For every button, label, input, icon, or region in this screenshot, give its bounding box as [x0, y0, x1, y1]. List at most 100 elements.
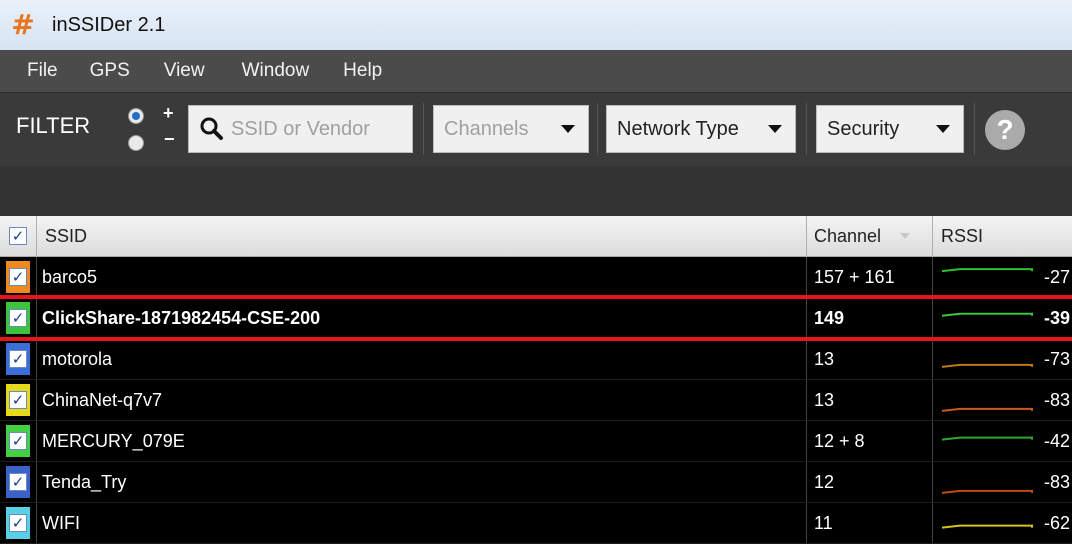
row-checkbox-wrap: ✓: [9, 473, 27, 491]
ssid-text: ChinaNet-q7v7: [42, 389, 163, 410]
rssi-text: -83: [1043, 471, 1070, 492]
rssi-cell: -42: [1044, 421, 1070, 461]
table-row[interactable]: ✓ barco5 157 + 161 -27: [0, 257, 1072, 298]
caret-down-icon: [768, 125, 782, 133]
column-divider: [932, 216, 933, 256]
toolbar-divider: [423, 103, 424, 155]
channel-column-header[interactable]: Channel: [814, 226, 881, 247]
rssi-sparkline: [941, 436, 1033, 441]
rssi-cell: -83: [1044, 380, 1070, 420]
row-checkbox[interactable]: ✓: [9, 391, 27, 409]
row-checkbox[interactable]: ✓: [9, 309, 27, 327]
toolbar-spacer: [0, 166, 1072, 216]
table-row[interactable]: ✓ MERCURY_079E 12 + 8 -42: [0, 421, 1072, 462]
table-row[interactable]: ✓ ChinaNet-q7v7 13 -83: [0, 380, 1072, 421]
row-checkbox[interactable]: ✓: [9, 350, 27, 368]
row-checkbox[interactable]: ✓: [9, 432, 27, 450]
rssi-sparkline-path: [941, 363, 1033, 368]
ssid-cell: Tenda_Try: [42, 462, 126, 502]
rssi-text: -39: [1043, 307, 1070, 328]
rssi-text: -83: [1043, 389, 1070, 410]
sort-descending-icon: [900, 233, 911, 239]
search-icon: [200, 117, 223, 140]
channels-dropdown-label: Channels: [444, 117, 529, 140]
window-title: inSSIDer 2.1: [52, 13, 166, 36]
rssi-column-header[interactable]: RSSI: [941, 226, 983, 247]
ssid-text: ClickShare-1871982454-CSE-200: [42, 307, 321, 328]
column-divider: [806, 503, 807, 543]
plus-label: +: [163, 103, 174, 123]
menu-gps[interactable]: GPS: [90, 60, 130, 82]
menu-window[interactable]: Window: [242, 60, 310, 82]
table-row[interactable]: ✓ Tenda_Try 12 -83: [0, 462, 1072, 503]
select-all-checkbox[interactable]: ✓: [9, 227, 27, 245]
network-type-dropdown-label: Network Type: [617, 117, 739, 140]
channel-cell: 149: [814, 298, 844, 338]
column-divider: [806, 339, 807, 379]
menu-help[interactable]: Help: [343, 60, 382, 82]
column-divider: [36, 503, 37, 543]
ssid-cell: barco5: [42, 257, 97, 297]
rssi-sparkline-path: [941, 268, 1033, 273]
ssid-cell: MERCURY_079E: [42, 421, 185, 461]
column-divider: [36, 421, 37, 461]
row-checkbox[interactable]: ✓: [9, 514, 27, 532]
filter-include-radio[interactable]: [128, 108, 144, 124]
row-checkbox-wrap: ✓: [9, 514, 27, 532]
ssid-cell: WIFI: [42, 503, 80, 543]
rssi-sparkline: [941, 312, 1033, 317]
rssi-cell: -39: [1044, 298, 1070, 338]
menu-bar: File GPS View Window Help: [0, 50, 1072, 92]
toolbar-divider: [597, 103, 598, 155]
row-checkbox[interactable]: ✓: [9, 473, 27, 491]
ssid-column-header[interactable]: SSID: [45, 226, 87, 247]
table-row[interactable]: ✓ motorola 13 -73: [0, 339, 1072, 380]
rssi-cell: -73: [1044, 339, 1070, 379]
rssi-sparkline: [941, 407, 1033, 412]
ssid-cell: motorola: [42, 339, 112, 379]
rssi-text: -27: [1043, 266, 1070, 287]
security-dropdown-label: Security: [827, 117, 900, 140]
column-divider: [36, 257, 37, 297]
column-divider: [36, 462, 37, 502]
search-input[interactable]: [229, 116, 403, 142]
menu-view[interactable]: View: [164, 60, 205, 82]
rssi-cell: -62: [1044, 503, 1070, 543]
security-dropdown[interactable]: Security: [816, 105, 964, 153]
rssi-sparkline: [941, 524, 1033, 529]
network-type-dropdown[interactable]: Network Type: [606, 105, 796, 153]
ssid-search: [188, 105, 413, 153]
channel-cell: 13: [814, 339, 834, 379]
ssid-cell: ChinaNet-q7v7: [42, 380, 162, 420]
ssid-text: Tenda_Try: [42, 471, 127, 492]
rssi-text: -42: [1043, 430, 1070, 451]
channel-cell: 157 + 161: [814, 257, 895, 297]
rssi-sparkline: [941, 268, 1033, 273]
ssid-text: barco5: [42, 266, 98, 287]
column-divider: [36, 216, 37, 256]
column-divider: [806, 380, 807, 420]
minus-label: −: [164, 129, 175, 149]
column-divider: [806, 216, 807, 256]
column-divider: [806, 462, 807, 502]
channel-cell: 11: [814, 503, 833, 543]
rssi-sparkline-path: [941, 407, 1033, 412]
channels-dropdown[interactable]: Channels: [433, 105, 589, 153]
menu-file[interactable]: File: [27, 60, 58, 82]
table-row[interactable]: ✓ WIFI 11 -62: [0, 503, 1072, 544]
channel-text: 13: [814, 348, 835, 369]
column-divider: [806, 257, 807, 297]
channel-cell: 12 + 8: [814, 421, 865, 461]
row-checkbox[interactable]: ✓: [9, 268, 27, 286]
channel-text: 149: [814, 307, 845, 328]
table-row[interactable]: ✓ ClickShare-1871982454-CSE-200 149 -39: [0, 298, 1072, 339]
networks-table: ✓ SSID Channel RSSI ✓ barco5 157 + 161 -27 ✓…: [0, 216, 1072, 544]
caret-down-icon: [936, 125, 950, 133]
ssid-text: WIFI: [42, 512, 80, 533]
rssi-cell: -83: [1044, 462, 1070, 502]
column-divider: [806, 298, 807, 338]
filter-exclude-radio[interactable]: [128, 135, 144, 151]
column-divider: [932, 339, 933, 379]
row-checkbox-wrap: ✓: [9, 391, 27, 409]
help-button[interactable]: ?: [985, 110, 1025, 150]
